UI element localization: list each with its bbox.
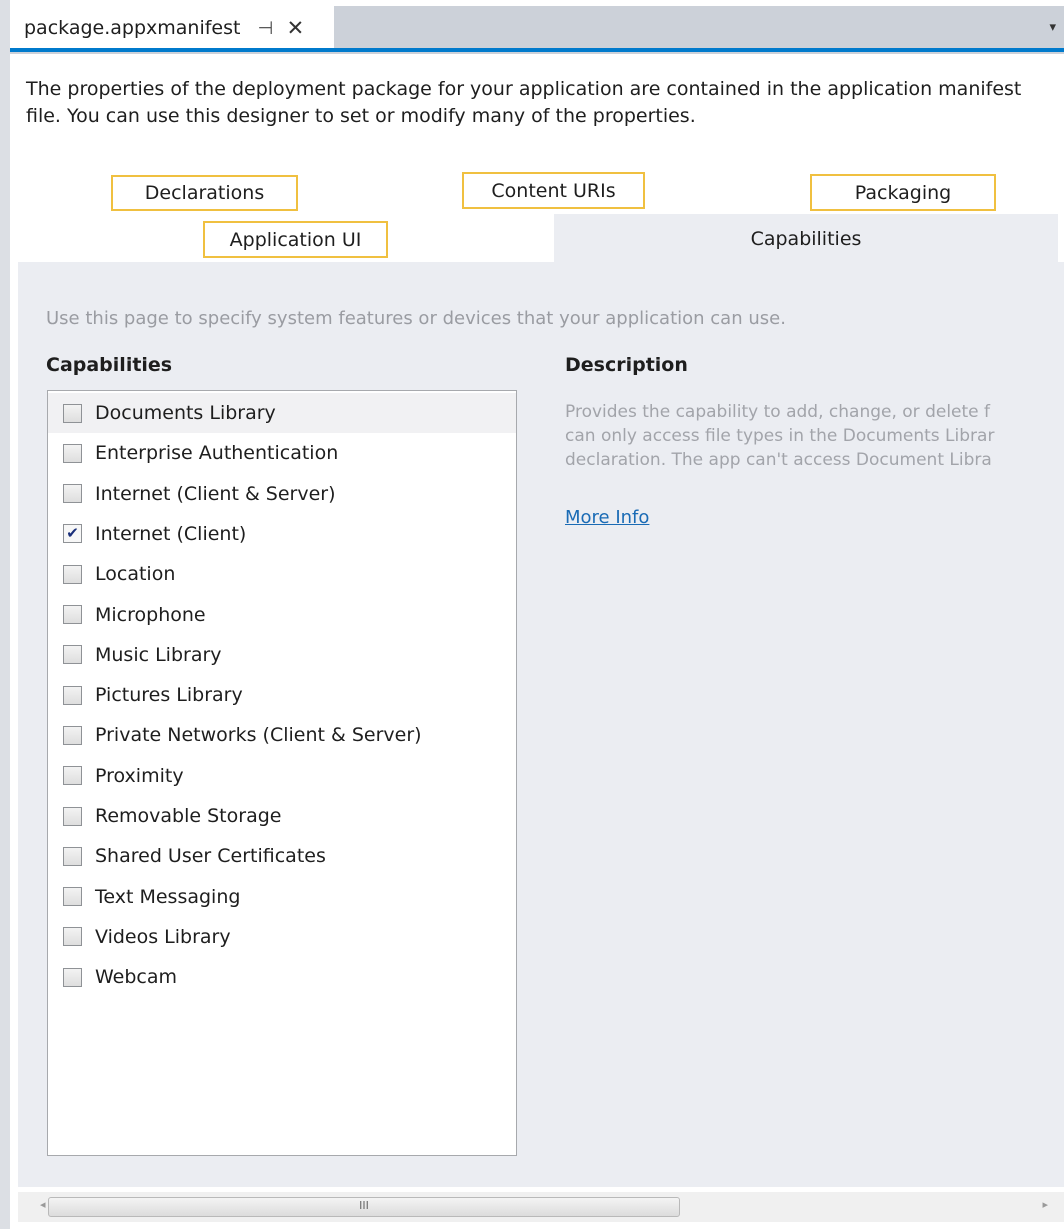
capability-label: Location xyxy=(95,563,176,586)
capability-label: Documents Library xyxy=(95,402,276,424)
capabilities-heading: Capabilities xyxy=(46,354,173,376)
capability-row[interactable]: Shared User Certificates xyxy=(48,836,516,876)
capability-label: Shared User Certificates xyxy=(95,845,326,868)
capability-row[interactable]: Location xyxy=(48,554,516,594)
more-info-link[interactable]: More Info xyxy=(565,507,649,528)
scroll-left-arrow-icon[interactable]: ◂ xyxy=(40,1198,46,1211)
capabilities-list[interactable]: Documents Library Enterprise Authenticati… xyxy=(47,390,517,1156)
tab-overflow-icon[interactable]: ▾ xyxy=(1049,20,1056,35)
capability-row[interactable]: ✔ Internet (Client) xyxy=(48,514,516,554)
manifest-designer-window: package.appxmanifest ⊣ ✕ ▾ The propertie… xyxy=(0,0,1064,1229)
tab-declarations[interactable]: Declarations xyxy=(111,175,298,211)
window-left-edge xyxy=(0,0,10,1229)
tab-application-ui[interactable]: Application UI xyxy=(203,221,388,258)
checkbox[interactable] xyxy=(63,685,82,705)
document-tab-title: package.appxmanifest xyxy=(24,17,241,39)
checkbox[interactable] xyxy=(63,605,82,624)
intro-text: The properties of the deployment package… xyxy=(26,78,1022,127)
capability-row[interactable]: Enterprise Authentication xyxy=(48,433,516,473)
checkbox[interactable] xyxy=(63,846,82,866)
capability-label: Proximity xyxy=(95,764,184,787)
horizontal-scrollbar[interactable]: ◂ III ▸ xyxy=(18,1192,1064,1222)
pin-icon[interactable]: ⊣ xyxy=(254,18,276,39)
checkbox[interactable] xyxy=(63,725,82,745)
active-tab-underline xyxy=(10,48,1064,52)
description-line: can only access file types in the Docume… xyxy=(565,426,995,446)
checkbox-checked[interactable]: ✔ xyxy=(63,524,82,544)
description-line: Provides the capability to add, change, … xyxy=(565,402,991,422)
capability-label: Private Networks (Client & Server) xyxy=(95,724,422,747)
capability-row[interactable]: Internet (Client & Server) xyxy=(48,474,516,514)
capability-row[interactable]: Documents Library xyxy=(48,393,516,433)
capability-row[interactable]: Text Messaging xyxy=(48,877,516,917)
capability-row[interactable]: Removable Storage xyxy=(48,796,516,836)
tab-content-uris[interactable]: Content URIs xyxy=(462,172,645,209)
capability-row[interactable]: Proximity xyxy=(48,756,516,796)
capability-row[interactable]: Webcam xyxy=(48,957,516,997)
capability-label: Microphone xyxy=(95,603,206,626)
description-line: declaration. The app can't access Docume… xyxy=(565,450,992,470)
capability-row[interactable]: Private Networks (Client & Server) xyxy=(48,715,516,755)
checkbox[interactable] xyxy=(63,887,82,907)
scrollbar-grip-icon: III xyxy=(359,1199,369,1212)
checkbox[interactable] xyxy=(63,564,82,584)
capability-label: Music Library xyxy=(95,643,222,666)
checkbox[interactable] xyxy=(63,443,82,463)
tab-capabilities[interactable]: Capabilities xyxy=(554,214,1058,264)
checkbox[interactable] xyxy=(63,484,82,504)
capability-label: Text Messaging xyxy=(95,885,241,908)
capability-label: Webcam xyxy=(95,966,178,989)
page-hint: Use this page to specify system features… xyxy=(46,308,786,329)
close-icon[interactable]: ✕ xyxy=(284,16,306,40)
capability-row[interactable]: Microphone xyxy=(48,595,516,635)
capability-label: Videos Library xyxy=(95,925,231,948)
description-text: Provides the capability to add, change, … xyxy=(565,400,1064,500)
capability-label: Internet (Client & Server) xyxy=(95,482,336,505)
checkbox[interactable] xyxy=(63,403,82,423)
scrollbar-thumb[interactable]: III xyxy=(48,1197,680,1217)
tab-packaging[interactable]: Packaging xyxy=(810,174,996,211)
capability-label: Removable Storage xyxy=(95,805,282,827)
checkbox[interactable] xyxy=(63,806,82,826)
capability-row[interactable]: Pictures Library xyxy=(48,675,516,715)
capability-label: Pictures Library xyxy=(95,684,243,707)
checkbox[interactable] xyxy=(63,927,82,947)
capability-label: Internet (Client) xyxy=(95,522,247,545)
capability-label: Enterprise Authentication xyxy=(95,442,339,465)
checkbox[interactable] xyxy=(63,766,82,786)
capability-row[interactable]: Videos Library xyxy=(48,917,516,957)
checkbox[interactable] xyxy=(63,967,82,987)
description-heading: Description xyxy=(565,354,688,376)
capability-row[interactable]: Music Library xyxy=(48,635,516,675)
document-tab[interactable]: package.appxmanifest ⊣ ✕ xyxy=(10,6,334,50)
scroll-right-arrow-icon[interactable]: ▸ xyxy=(1042,1198,1048,1211)
checkbox[interactable] xyxy=(63,645,82,665)
